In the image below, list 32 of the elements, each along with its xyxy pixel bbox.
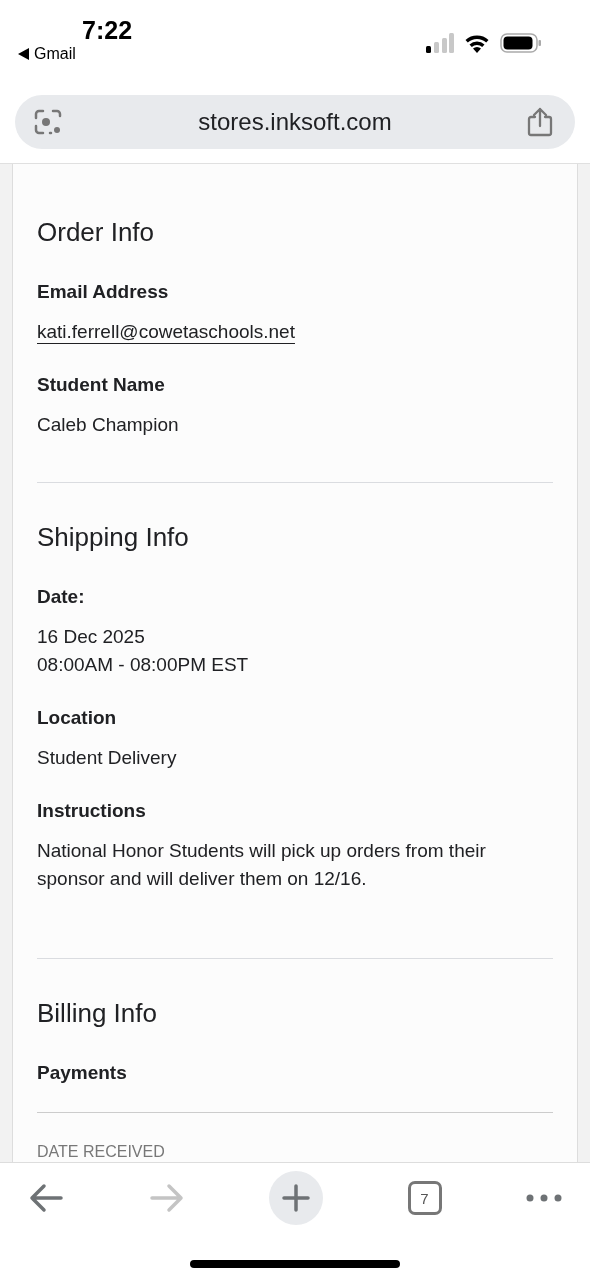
subsection-heading: Payments <box>37 1061 127 1085</box>
field-value: National Honor Students will pick up orders from their sponsor and will deliver them on 12/16. <box>37 839 487 891</box>
address-bar[interactable]: stores.inksoft.com <box>15 95 575 149</box>
column-header: DATE RECEIVED <box>37 1143 165 1160</box>
battery-icon <box>500 33 542 53</box>
camera-search-icon[interactable] <box>33 107 63 137</box>
field-label: Location <box>37 706 117 730</box>
field-value: Caleb Champion <box>37 413 180 437</box>
section-heading: Shipping Info <box>37 521 190 553</box>
back-button[interactable] <box>28 1183 64 1213</box>
back-app-link[interactable]: Gmail <box>34 45 76 63</box>
clock-time: 7:22 <box>82 16 133 45</box>
field-label: Date: <box>37 585 85 609</box>
tab-switcher-button[interactable]: 7 <box>407 1181 442 1215</box>
field-label: Instructions <box>37 799 146 823</box>
section-heading: Billing Info <box>37 997 158 1029</box>
section-heading: Order Info <box>37 216 156 248</box>
field-label: Email Address <box>37 280 169 304</box>
signal-icon <box>426 33 454 53</box>
plus-icon <box>282 1184 310 1212</box>
field-value: Student Delivery <box>37 746 178 770</box>
field-label: Student Name <box>37 373 165 397</box>
email-link[interactable]: kati.ferrell@cowetaschools.net <box>37 321 295 342</box>
share-icon[interactable] <box>527 107 553 137</box>
left-arrow-icon <box>28 1183 64 1213</box>
back-triangle-icon[interactable] <box>18 48 29 60</box>
url-text: stores.inksoft.com <box>198 108 392 136</box>
wifi-icon <box>464 33 490 53</box>
more-icon[interactable] <box>526 1194 562 1202</box>
field-value: 16 Dec 2025 08:00AM - 08:00PM EST <box>37 625 250 677</box>
right-arrow-icon <box>148 1183 185 1213</box>
new-tab-button[interactable] <box>269 1171 323 1225</box>
